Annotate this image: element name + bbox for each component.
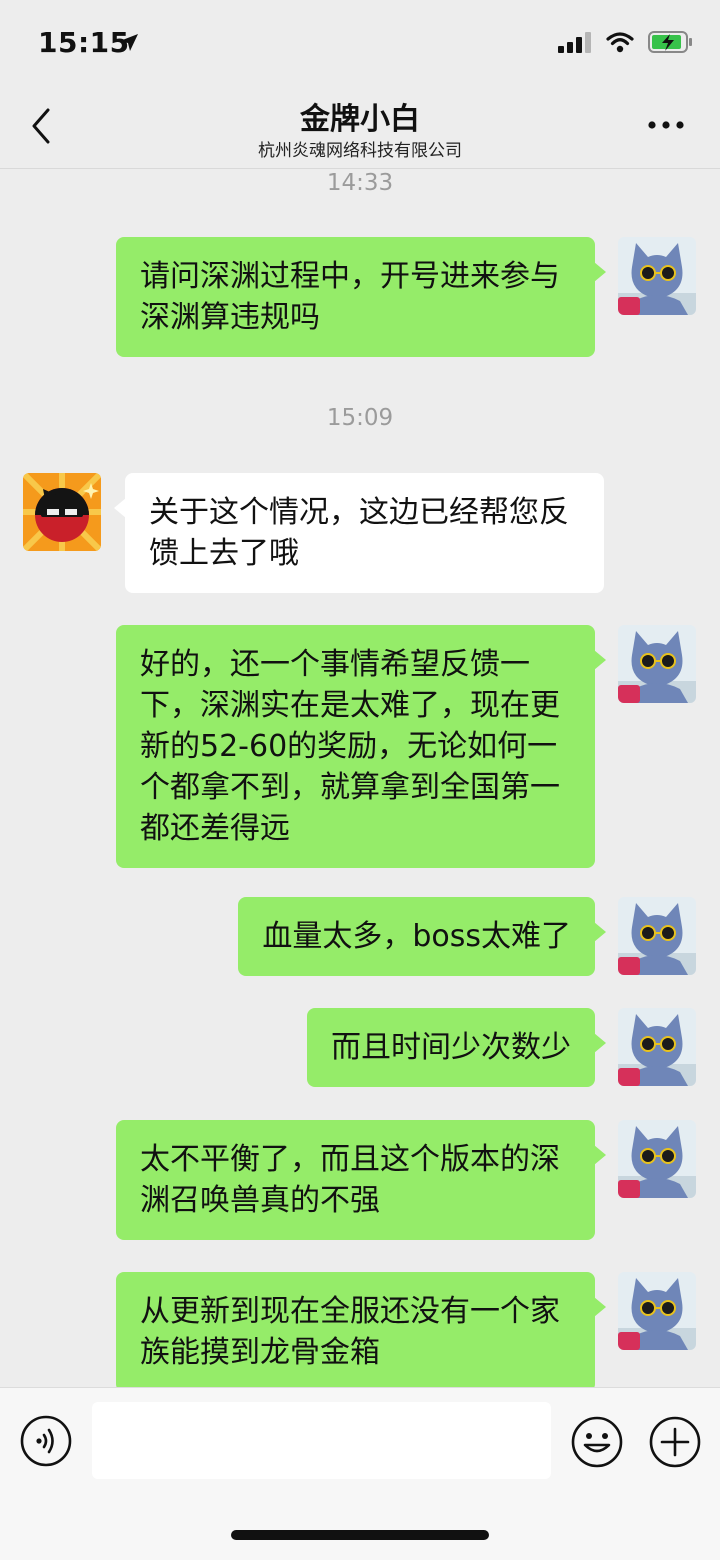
cat-avatar-icon (618, 1272, 696, 1350)
more-icon[interactable] (646, 110, 686, 140)
avatar[interactable] (618, 1008, 696, 1086)
cat-avatar-icon (618, 625, 696, 703)
message-bubble-sent[interactable]: 好的，还一个事情希望反馈一下，深渊实在是太难了，现在更新的52-60的奖励，无论… (116, 625, 606, 868)
battery-charging-icon (648, 31, 692, 53)
message-bubble-sent[interactable]: 血量太多，boss太难了 (238, 897, 606, 976)
chat-title: 金牌小白 (300, 102, 420, 137)
emoji-icon[interactable] (570, 1415, 624, 1469)
ninja-avatar-icon (23, 473, 101, 551)
voice-icon[interactable] (20, 1415, 72, 1467)
cat-avatar-icon (618, 1008, 696, 1086)
chat-header: 金牌小白 杭州炎魂网络科技有限公司 (0, 88, 720, 169)
message-bubble-sent[interactable]: 请问深渊过程中，开号进来参与深渊算违规吗 (116, 237, 606, 357)
timestamp: 15:09 (326, 405, 394, 431)
chat-subtitle: 杭州炎魂网络科技有限公司 (258, 141, 462, 161)
status-bar: 15:15 (0, 0, 720, 88)
location-arrow-icon (120, 34, 138, 51)
message-bubble-sent[interactable]: 太不平衡了，而且这个版本的深渊召唤兽真的不强 (116, 1120, 606, 1240)
avatar[interactable] (23, 473, 101, 551)
wifi-icon (606, 32, 634, 53)
home-indicator[interactable] (231, 1530, 489, 1540)
avatar[interactable] (618, 1120, 696, 1198)
avatar[interactable] (618, 237, 696, 315)
avatar[interactable] (618, 897, 696, 975)
avatar[interactable] (618, 625, 696, 703)
message-bubble-received[interactable]: 关于这个情况，这边已经帮您反馈上去了哦 (114, 473, 604, 593)
signal-icon (558, 32, 591, 53)
message-bubble-sent[interactable]: 而且时间少次数少 (307, 1008, 606, 1087)
cat-avatar-icon (618, 1120, 696, 1198)
cat-avatar-icon (618, 237, 696, 315)
cat-avatar-icon (618, 897, 696, 975)
timestamp: 14:33 (326, 170, 394, 196)
plus-icon[interactable] (648, 1415, 702, 1469)
message-bubble-sent[interactable]: 从更新到现在全服还没有一个家族能摸到龙骨金箱 (116, 1272, 606, 1392)
status-time: 15:15 (38, 26, 130, 59)
message-input[interactable] (92, 1402, 551, 1479)
avatar[interactable] (618, 1272, 696, 1350)
